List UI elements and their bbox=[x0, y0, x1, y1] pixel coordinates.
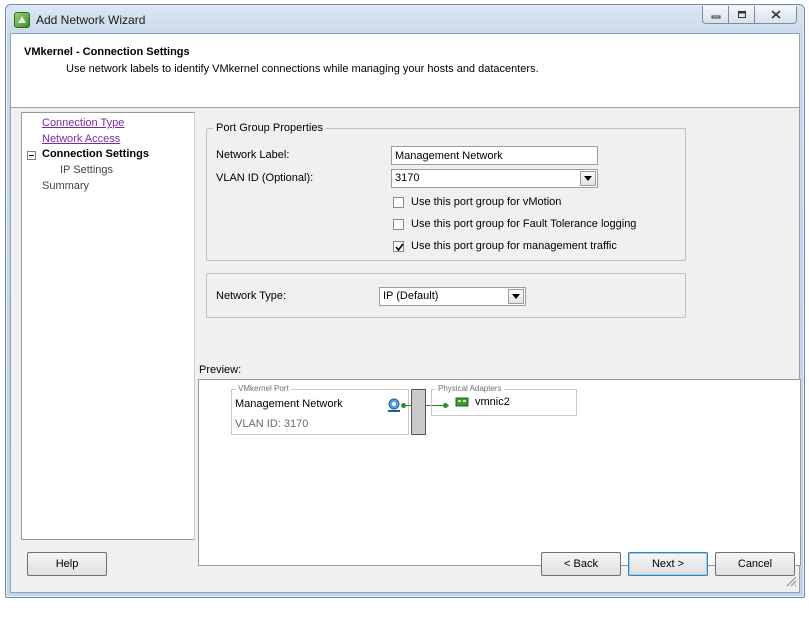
wizard-steps-nav: Connection Type Network Access Connectio… bbox=[21, 112, 195, 540]
physical-adapters-box[interactable]: Physical Adapters vmnic2 bbox=[431, 384, 577, 416]
maximize-button[interactable] bbox=[728, 6, 754, 24]
wizard-app-icon bbox=[14, 12, 30, 28]
wizard-client-area: VMkernel - Connection Settings Use netwo… bbox=[10, 33, 801, 593]
vlan-id-value: 3170 bbox=[395, 172, 420, 184]
virtual-switch-bar bbox=[411, 389, 426, 435]
nav-step-connection-settings: Connection Settings bbox=[42, 148, 149, 160]
network-type-dropdown-button[interactable] bbox=[508, 289, 524, 304]
network-label-input[interactable] bbox=[391, 146, 598, 165]
settings-pane: Port Group Properties Network Label: VLA… bbox=[195, 112, 801, 566]
physical-adapters-caption: Physical Adapters bbox=[436, 384, 504, 393]
network-type-group: Network Type: IP (Default) bbox=[206, 273, 686, 318]
vlan-id-combobox[interactable]: 3170 bbox=[391, 169, 598, 188]
network-port-icon bbox=[386, 398, 402, 417]
port-group-properties-group: Port Group Properties Network Label: VLA… bbox=[206, 122, 686, 261]
network-type-caption: Network Type: bbox=[216, 290, 287, 302]
help-button[interactable]: Help bbox=[27, 552, 107, 576]
vmkernel-port-box[interactable]: VMkernel Port Management Network VLAN ID… bbox=[231, 384, 409, 435]
title-bar[interactable]: Add Network Wizard bbox=[6, 5, 804, 33]
resize-grip-icon[interactable] bbox=[786, 576, 797, 590]
collapse-toggle-icon[interactable] bbox=[27, 151, 36, 160]
fault-tolerance-checkbox[interactable]: Use this port group for Fault Tolerance … bbox=[393, 218, 636, 230]
management-traffic-checkbox-label: Use this port group for management traff… bbox=[411, 240, 617, 252]
port-group-properties-legend: Port Group Properties bbox=[213, 122, 326, 134]
port-connector-dot bbox=[401, 403, 406, 408]
nav-step-network-access[interactable]: Network Access bbox=[42, 133, 120, 145]
next-button[interactable]: Next > bbox=[628, 552, 708, 576]
management-traffic-checkbox[interactable]: Use this port group for management traff… bbox=[393, 240, 617, 252]
vmotion-checkbox-label: Use this port group for vMotion bbox=[411, 196, 562, 208]
vmotion-checkbox-box[interactable] bbox=[393, 196, 404, 208]
wizard-window: Add Network Wizard VMkernel - Connection… bbox=[5, 4, 805, 598]
port-group-vlan: VLAN ID: 3170 bbox=[235, 418, 309, 430]
vlan-dropdown-button[interactable] bbox=[580, 171, 596, 186]
preview-panel: VMkernel Port Management Network VLAN ID… bbox=[198, 379, 801, 566]
vmotion-checkbox[interactable]: Use this port group for vMotion bbox=[393, 196, 561, 208]
checkmark-icon bbox=[395, 243, 404, 251]
vmkernel-port-caption: VMkernel Port bbox=[236, 384, 291, 393]
page-description: Use network labels to identify VMkernel … bbox=[66, 63, 539, 75]
page-title: VMkernel - Connection Settings bbox=[24, 46, 190, 58]
close-icon bbox=[770, 10, 781, 19]
port-group-name: Management Network bbox=[235, 398, 343, 410]
cancel-button[interactable]: Cancel bbox=[715, 552, 795, 576]
nav-step-connection-type[interactable]: Connection Type bbox=[42, 117, 124, 129]
vlan-id-caption: VLAN ID (Optional): bbox=[216, 172, 314, 184]
adapter-name: vmnic2 bbox=[475, 396, 510, 408]
fault-tolerance-checkbox-box[interactable] bbox=[393, 218, 404, 230]
wizard-header: VMkernel - Connection Settings Use netwo… bbox=[11, 34, 799, 108]
preview-label: Preview: bbox=[199, 364, 242, 376]
maximize-icon bbox=[737, 11, 746, 18]
minimize-icon bbox=[711, 15, 720, 18]
chevron-down-icon bbox=[584, 176, 592, 181]
chevron-down-icon bbox=[512, 294, 520, 299]
window-controls bbox=[702, 6, 797, 24]
nav-step-ip-settings: IP Settings bbox=[60, 164, 113, 176]
nav-step-summary: Summary bbox=[42, 180, 90, 192]
fault-tolerance-checkbox-label: Use this port group for Fault Tolerance … bbox=[411, 218, 637, 230]
minimize-button[interactable] bbox=[702, 6, 728, 24]
nic-icon bbox=[455, 396, 469, 411]
close-button[interactable] bbox=[754, 6, 797, 24]
window-title: Add Network Wizard bbox=[36, 13, 146, 27]
back-button[interactable]: < Back bbox=[541, 552, 621, 576]
network-type-value: IP (Default) bbox=[383, 290, 439, 302]
network-label-caption: Network Label: bbox=[216, 149, 290, 161]
network-type-combobox[interactable]: IP (Default) bbox=[379, 287, 526, 306]
management-traffic-checkbox-box[interactable] bbox=[393, 240, 404, 252]
